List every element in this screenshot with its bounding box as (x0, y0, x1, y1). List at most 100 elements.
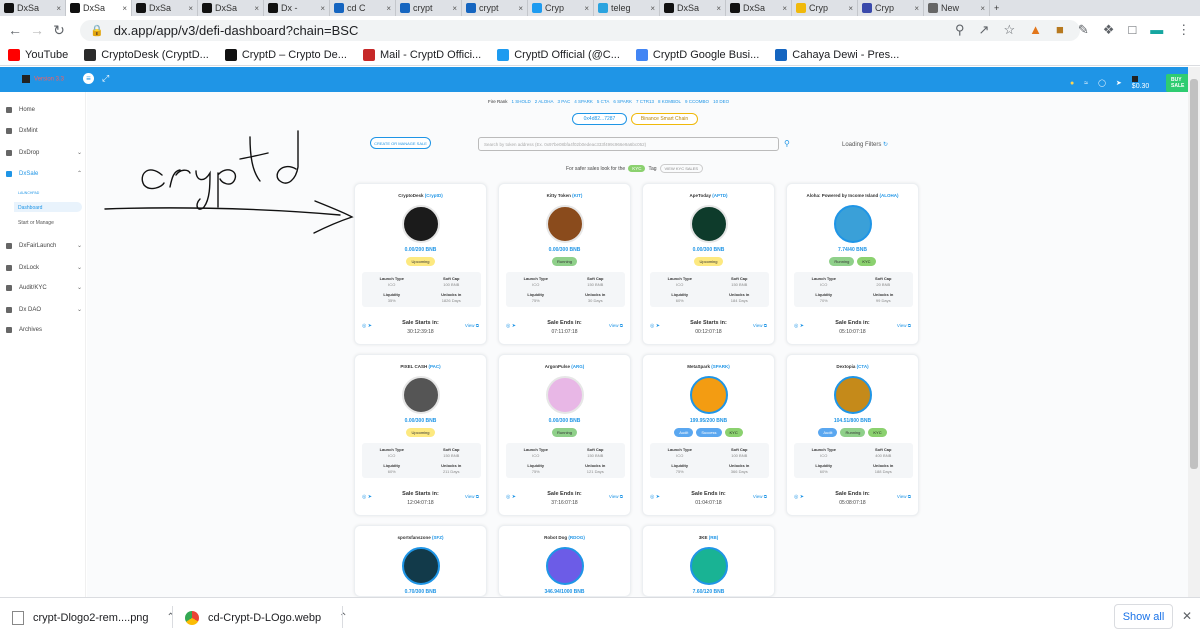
view-link[interactable]: View ⧉ (897, 323, 911, 328)
tab-close-icon[interactable]: × (120, 4, 127, 13)
sale-card[interactable]: PIXEL CASH (PAC) 0.00/300 BNB Upcoming Laun… (354, 354, 487, 516)
bookmark-item[interactable]: CryptoDesk (CryptD... (84, 48, 209, 61)
tab-close-icon[interactable]: × (54, 4, 61, 13)
network-pill[interactable]: Binance Smart Chain (631, 113, 698, 125)
chain-filter-item[interactable]: 8 KOMBOL (658, 99, 681, 104)
sidebar-item-dxmint[interactable]: DxMint (6, 128, 82, 134)
scrollbar-thumb[interactable] (1190, 79, 1198, 469)
sidebar-item-dxlock[interactable]: DxLock ⌄ (6, 264, 82, 271)
browser-tab[interactable]: DxSa × (66, 0, 132, 16)
sale-card[interactable]: Aloha: Powered by Income Island (ALOHA) 7… (786, 183, 919, 345)
tab-close-icon[interactable]: × (978, 4, 985, 13)
menu-dots-icon[interactable]: ⋮ (1177, 22, 1190, 38)
forward-icon[interactable]: → (26, 22, 48, 38)
sale-card[interactable]: Dextopia (CTA) 104.51/800 BNB Audit Running… (786, 354, 919, 516)
sidebar-sub-startormanage[interactable]: Start or Manage (18, 220, 54, 226)
reload-icon[interactable]: ↻ (48, 22, 70, 39)
bookmark-item[interactable]: CryptD Official (@C... (497, 48, 620, 61)
view-link[interactable]: View ⧉ (753, 494, 767, 499)
chain-filter-item[interactable]: 3 PAC (558, 99, 571, 104)
sale-card[interactable]: MetaSpark (SPARK) 199.95/200 BNB Audit Succ… (642, 354, 775, 516)
app-logo[interactable]: Version 3.3 (22, 75, 64, 83)
sidebar-item-dxfairlaunch[interactable]: DxFairLaunch ⌄ (6, 242, 82, 249)
address-bar[interactable]: 🔒 dx.app/app/v3/defi-dashboard?chain=BSC (80, 20, 1080, 41)
browser-tab[interactable]: teleg × (594, 0, 660, 16)
wallet-pill[interactable]: 0x4d82...7287 (572, 113, 627, 125)
tab-close-icon[interactable]: × (714, 4, 721, 13)
sale-card[interactable]: sportsfanszone (SFZ) 0.70/300 BNB (354, 525, 487, 597)
browser-tab[interactable]: Cryp × (858, 0, 924, 16)
sale-card[interactable]: ApeToday (APTD) 0.00/300 BNB Upcoming Launc… (642, 183, 775, 345)
browser-tab[interactable]: DxSa × (198, 0, 264, 16)
wallet-icon[interactable]: ▬ (1150, 22, 1163, 38)
chain-filter-item[interactable]: 9 CCOMBO (685, 99, 709, 104)
sale-card[interactable]: ArgonPulse (ARG) 0.00/300 BNB Running Launc… (498, 354, 631, 516)
view-kyc-button[interactable]: VIEW KYC SALES (659, 164, 704, 173)
bookmark-item[interactable]: Mail - CryptD Offici... (362, 48, 481, 61)
zoom-icon[interactable]: ⚲ (955, 22, 965, 38)
pen-icon[interactable]: ✎ (1078, 22, 1089, 38)
sidebar-item-home[interactable]: Home (6, 107, 82, 113)
sale-card[interactable]: Robot Dog (RDOG) 346.94/1000 BNB (498, 525, 631, 597)
wifi-icon[interactable]: ≈ (1084, 80, 1088, 87)
window-icon[interactable]: □ (1128, 22, 1136, 38)
chain-filter-item[interactable]: Fire Rank (488, 99, 508, 104)
scrollbar[interactable] (1188, 67, 1200, 597)
tab-close-icon[interactable]: × (450, 4, 457, 13)
tab-close-icon[interactable]: × (780, 4, 787, 13)
bookmark-item[interactable]: CryptD – Crypto De... (224, 48, 347, 61)
browser-tab[interactable]: DxSa × (0, 0, 66, 16)
view-link[interactable]: View ⧉ (465, 323, 479, 328)
tab-close-icon[interactable]: × (516, 4, 523, 13)
browser-tab[interactable]: DxSa × (726, 0, 792, 16)
chevron-up-icon[interactable]: ⌃ (167, 612, 175, 623)
download-item[interactable]: cd-Crypt-D-LOgo.webp ⌃ (185, 598, 347, 637)
view-link[interactable]: View ⧉ (897, 494, 911, 499)
sidebar-item-auditkyc[interactable]: Audit/KYC ⌄ (6, 284, 82, 291)
tab-close-icon[interactable]: × (186, 4, 193, 13)
sale-card[interactable]: CryptoDesk (CryptD) 0.00/200 BNB Upcoming L… (354, 183, 487, 345)
chain-filter-item[interactable]: 4 SPARK (574, 99, 593, 104)
telegram-icon[interactable]: ➤ (1116, 79, 1122, 87)
chain-filter-item[interactable]: 2 ALOHA (535, 99, 554, 104)
browser-tab[interactable]: DxSa × (132, 0, 198, 16)
sidebar-item-dxdrop[interactable]: DxDrop ⌄ (6, 149, 82, 156)
search-icon[interactable]: ⚲ (784, 139, 790, 148)
globe-icon[interactable]: ◯ (1098, 79, 1106, 87)
sale-card[interactable]: 3KE (RB) 7.60/120 BNB (642, 525, 775, 597)
tab-close-icon[interactable]: × (846, 4, 853, 13)
browser-tab[interactable]: Cryp × (792, 0, 858, 16)
browser-tab[interactable]: Cryp × (528, 0, 594, 16)
chain-filter-item[interactable]: 5 CTA (597, 99, 609, 104)
browser-tab[interactable]: crypt × (462, 0, 528, 16)
tab-close-icon[interactable]: × (252, 4, 259, 13)
sidebar-sub-dashboard[interactable]: Dashboard (18, 205, 42, 211)
tab-close-icon[interactable]: × (384, 4, 391, 13)
view-link[interactable]: View ⧉ (465, 494, 479, 499)
show-all-button[interactable]: Show all (1114, 604, 1173, 629)
chain-filter-item[interactable]: 7 CTR13 (636, 99, 654, 104)
tab-close-icon[interactable]: × (648, 4, 655, 13)
fullscreen-icon[interactable]: ⤢ (102, 73, 109, 84)
theme-bulb-icon[interactable]: ● (1070, 80, 1074, 87)
sidebar-item-dxdao[interactable]: Dx DAO ⌄ (6, 306, 82, 313)
view-link[interactable]: View ⧉ (753, 323, 767, 328)
close-icon[interactable]: ✕ (1182, 609, 1192, 623)
browser-tab[interactable]: crypt × (396, 0, 462, 16)
sidebar-item-dxsale[interactable]: DxSale ⌃ (6, 170, 82, 177)
chain-filter-item[interactable]: 1 SHOLD (512, 99, 531, 104)
chevron-up-icon[interactable]: ⌃ (339, 612, 347, 623)
create-sale-button[interactable]: CREATE OR MANAGE SALE (370, 137, 431, 149)
menu-toggle-icon[interactable]: ≡ (83, 73, 94, 84)
tab-close-icon[interactable]: × (318, 4, 325, 13)
extension-icon[interactable]: ■ (1056, 22, 1064, 38)
puzzle-icon[interactable]: ❖ (1103, 22, 1115, 38)
sale-card[interactable]: Kitty Token (KIT) 0.00/300 BNB Running Laun… (498, 183, 631, 345)
view-link[interactable]: View ⧉ (609, 494, 623, 499)
browser-tab[interactable]: cd C × (330, 0, 396, 16)
view-link[interactable]: View ⧉ (609, 323, 623, 328)
browser-tab[interactable]: DxSa × (660, 0, 726, 16)
sidebar-item-archives[interactable]: Archives (6, 327, 82, 333)
new-tab-button[interactable]: + (990, 0, 1010, 16)
back-icon[interactable]: ← (4, 22, 26, 38)
